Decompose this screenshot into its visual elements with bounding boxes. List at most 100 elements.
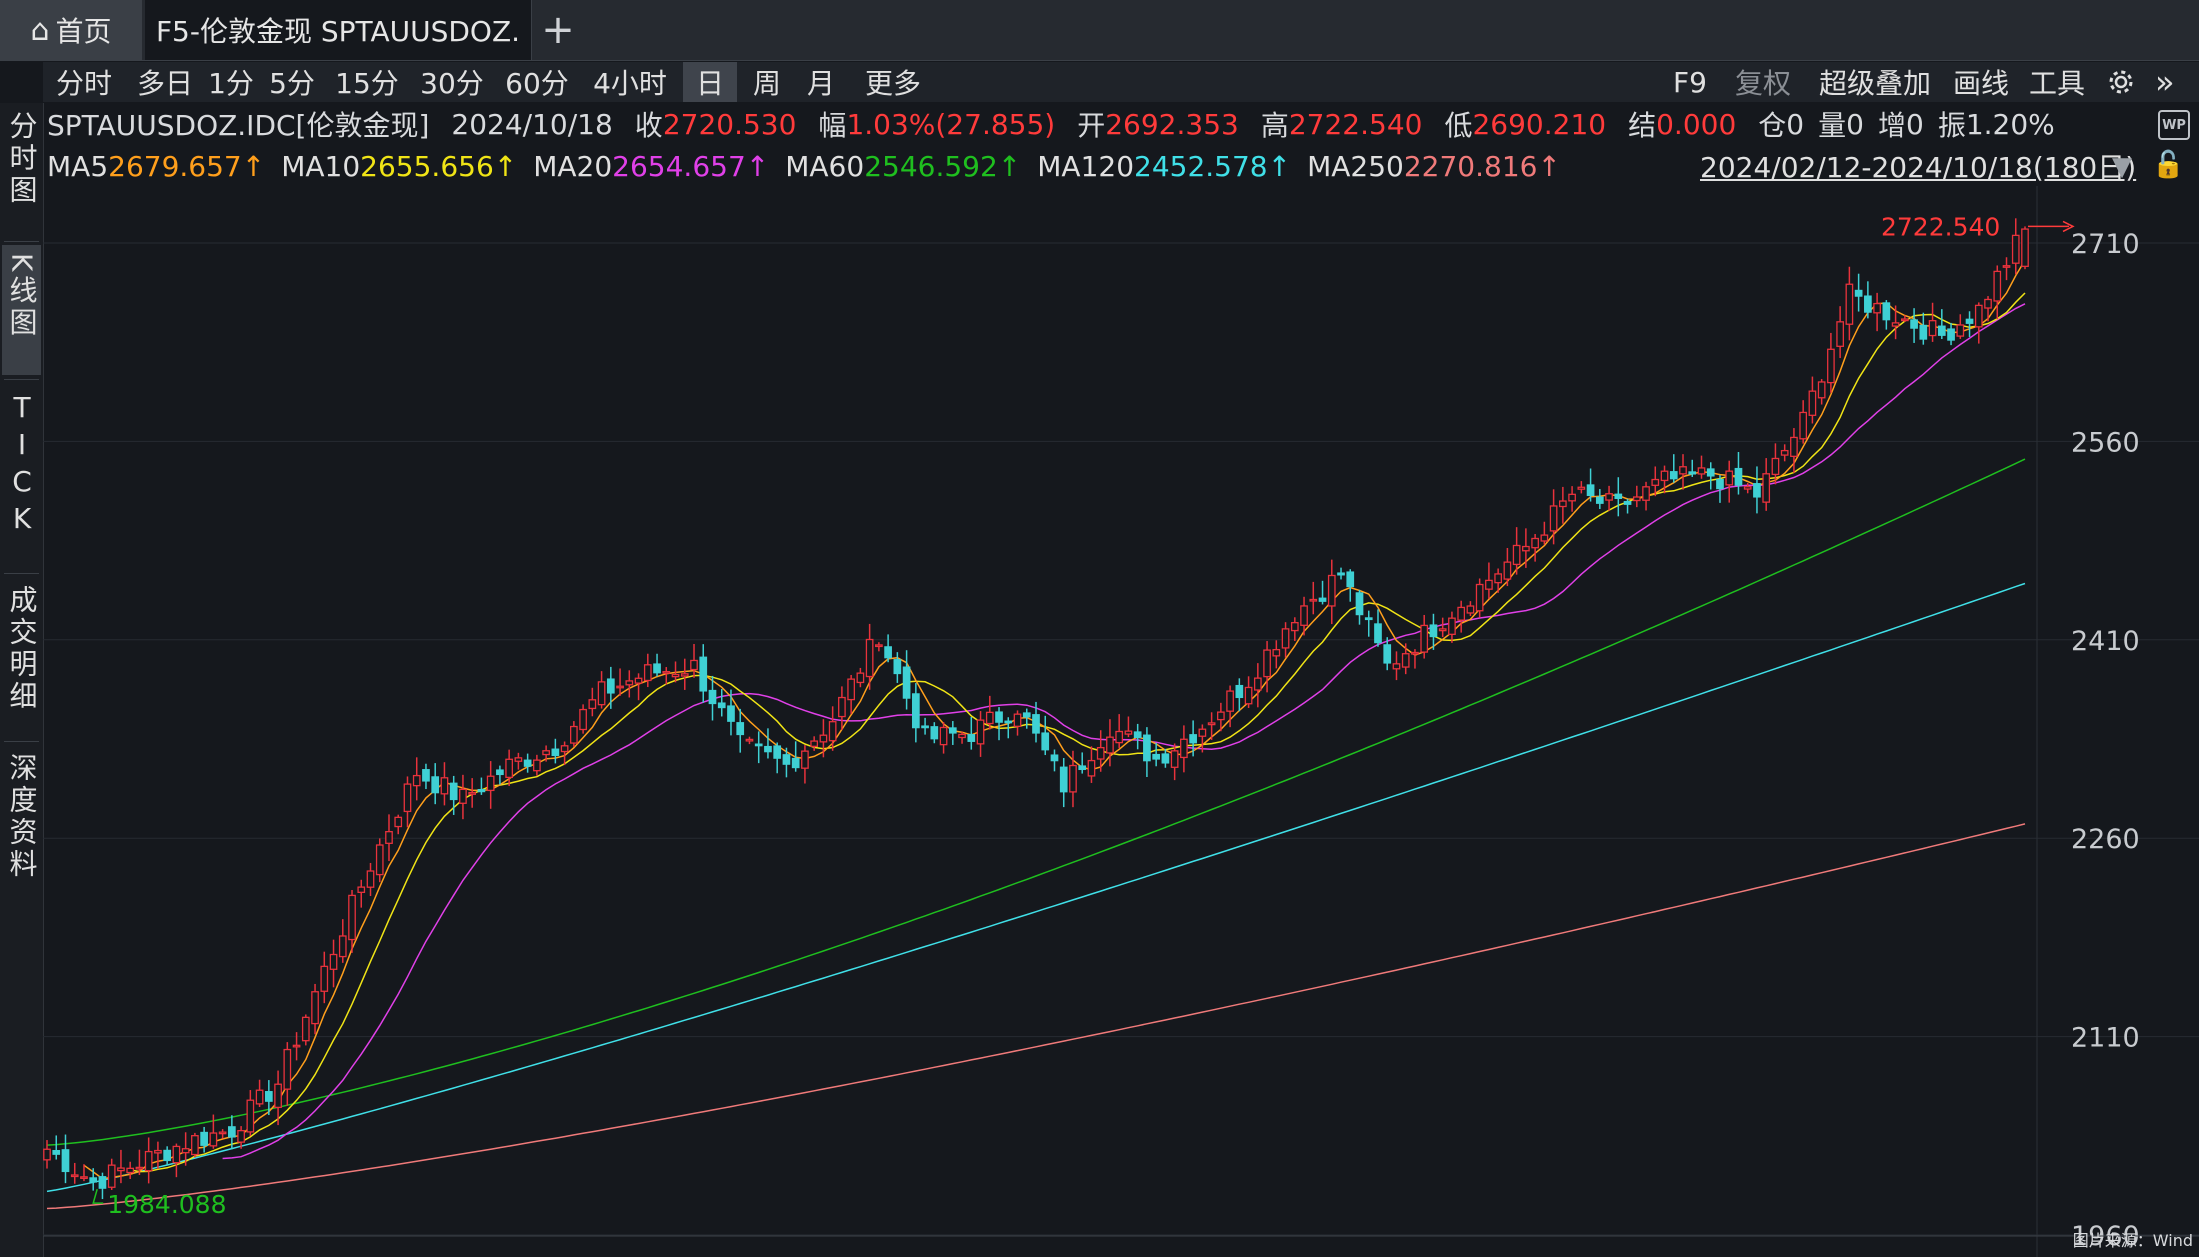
candle-body [727,705,735,722]
candle-body [1152,753,1161,760]
candle-body [1004,720,1013,724]
dropdown-triangle-icon[interactable]: ▼ [2112,152,2132,182]
ma-legend-value: 2546.592↑ [864,149,1022,183]
lock-icon[interactable]: 🔓 [2152,150,2184,180]
period-multiday[interactable]: 多日 [129,62,201,102]
candle-body [551,748,560,757]
candle-body [643,664,652,682]
side-tab-intraday[interactable]: 分时图 [2,111,41,237]
candle-body [292,1044,301,1048]
period-1min[interactable]: 1分 [205,62,257,102]
candle-body [505,758,513,779]
high-label: 高 [1260,109,1289,142]
side-tab-trades[interactable]: 成交明细 [2,577,41,737]
candle-body [1854,289,1863,297]
candle-body [1734,467,1743,486]
add-tab-button[interactable]: + [536,0,580,60]
date-range-link[interactable]: 2024/02/12-2024/10/18(180日) [1700,146,2136,186]
period-60min[interactable]: 60分 [497,62,577,102]
period-more[interactable]: 更多 [857,62,929,102]
candle-body [708,689,717,705]
settings-gear-icon[interactable] [2107,62,2135,102]
candle-body [449,782,458,801]
period-4hour[interactable]: 4小时 [581,62,679,102]
candle-body [967,734,976,742]
candle-body [1559,500,1567,508]
candle-body [1716,478,1724,490]
period-intraday[interactable]: 分时 [43,62,125,102]
close-value: 2720.530 [662,107,797,141]
candle-body [560,745,569,753]
candle-body [1919,324,1928,340]
side-tab-kline[interactable]: K线图 [2,245,41,375]
candle-body [838,696,846,718]
tools-button[interactable]: 工具 [2029,62,2085,102]
candle-body [422,769,430,782]
candle-body [902,666,911,699]
expand-icon[interactable]: » [2155,62,2175,102]
candle-body [1531,537,1539,549]
candle-body [1660,470,1669,482]
amp-value: 1.20% [1965,107,2055,141]
candle-body [1466,605,1475,614]
super-overlay-button[interactable]: 超级叠加 [1819,62,1931,102]
candle-body [1161,753,1170,764]
candle-body [1050,754,1059,762]
wp-icon[interactable]: WP [2158,110,2190,140]
candle-body [533,759,541,772]
candle-body [191,1135,199,1156]
candle-body [995,711,1003,723]
kline-chart[interactable]: 1960211022602410256027102722.5401984.088 [43,186,2199,1257]
candle-body [1355,592,1364,616]
ma-legend-value: 2270.816↑ [1403,149,1561,183]
period-monthly[interactable]: 月 [799,62,843,102]
ma-legend-value: 2452.578↑ [1134,149,1292,183]
candle-body [126,1167,135,1174]
candle-body [745,738,754,742]
candle-body [440,777,449,795]
candle-body [154,1149,162,1154]
tab-bar: ⌂ 首页 F5-伦敦金现 SPTAUUSDOZ. + [0,0,2199,61]
period-weekly[interactable]: 周 [745,62,789,102]
period-30min[interactable]: 30分 [411,62,493,102]
draw-line-button[interactable]: 画线 [1953,62,2009,102]
side-tab-depth[interactable]: 深度资料 [2,745,41,905]
candle-body [144,1150,153,1172]
candle-body [468,791,477,795]
candle-body [1041,732,1050,751]
candle-body [1642,486,1650,501]
candle-body [172,1145,181,1164]
candle-body [1577,486,1586,490]
side-tab-label: 深度资料 [5,753,39,881]
side-tab-tick[interactable]: TICK [2,383,41,539]
period-daily[interactable]: 日 [683,62,737,102]
ma-legend-label: MA60 [785,149,865,183]
tab-home[interactable]: ⌂ 首页 [0,0,142,60]
candle-body [1189,734,1197,744]
candle-body [80,1176,88,1179]
candle-body [412,774,421,787]
candle-body [1346,571,1355,588]
tab-gold-spot[interactable]: F5-伦敦金现 SPTAUUSDOZ. [145,0,532,60]
candle-body [588,699,597,710]
candle-body [1891,322,1900,327]
period-5min[interactable]: 5分 [261,62,323,102]
candle-body [394,816,403,828]
period-15min[interactable]: 15分 [327,62,407,102]
f9-button[interactable]: F9 [1673,62,1707,102]
candle-body [320,965,329,992]
ma-legend-value: 2655.656↑ [360,149,518,183]
home-icon: ⌂ [30,12,50,48]
candle-body [801,750,809,769]
inc-value: 0 [1905,107,1924,141]
candle-body [1198,728,1207,737]
candle-body [773,745,782,759]
candle-body [163,1149,172,1162]
candle-body [1614,493,1623,499]
candle-body [431,776,440,794]
candle-body [1217,711,1225,721]
candle-body [1910,319,1918,329]
candle-body [1022,712,1031,718]
candle-body [1836,321,1844,347]
restore-rights-button[interactable]: 复权 [1735,62,1791,102]
